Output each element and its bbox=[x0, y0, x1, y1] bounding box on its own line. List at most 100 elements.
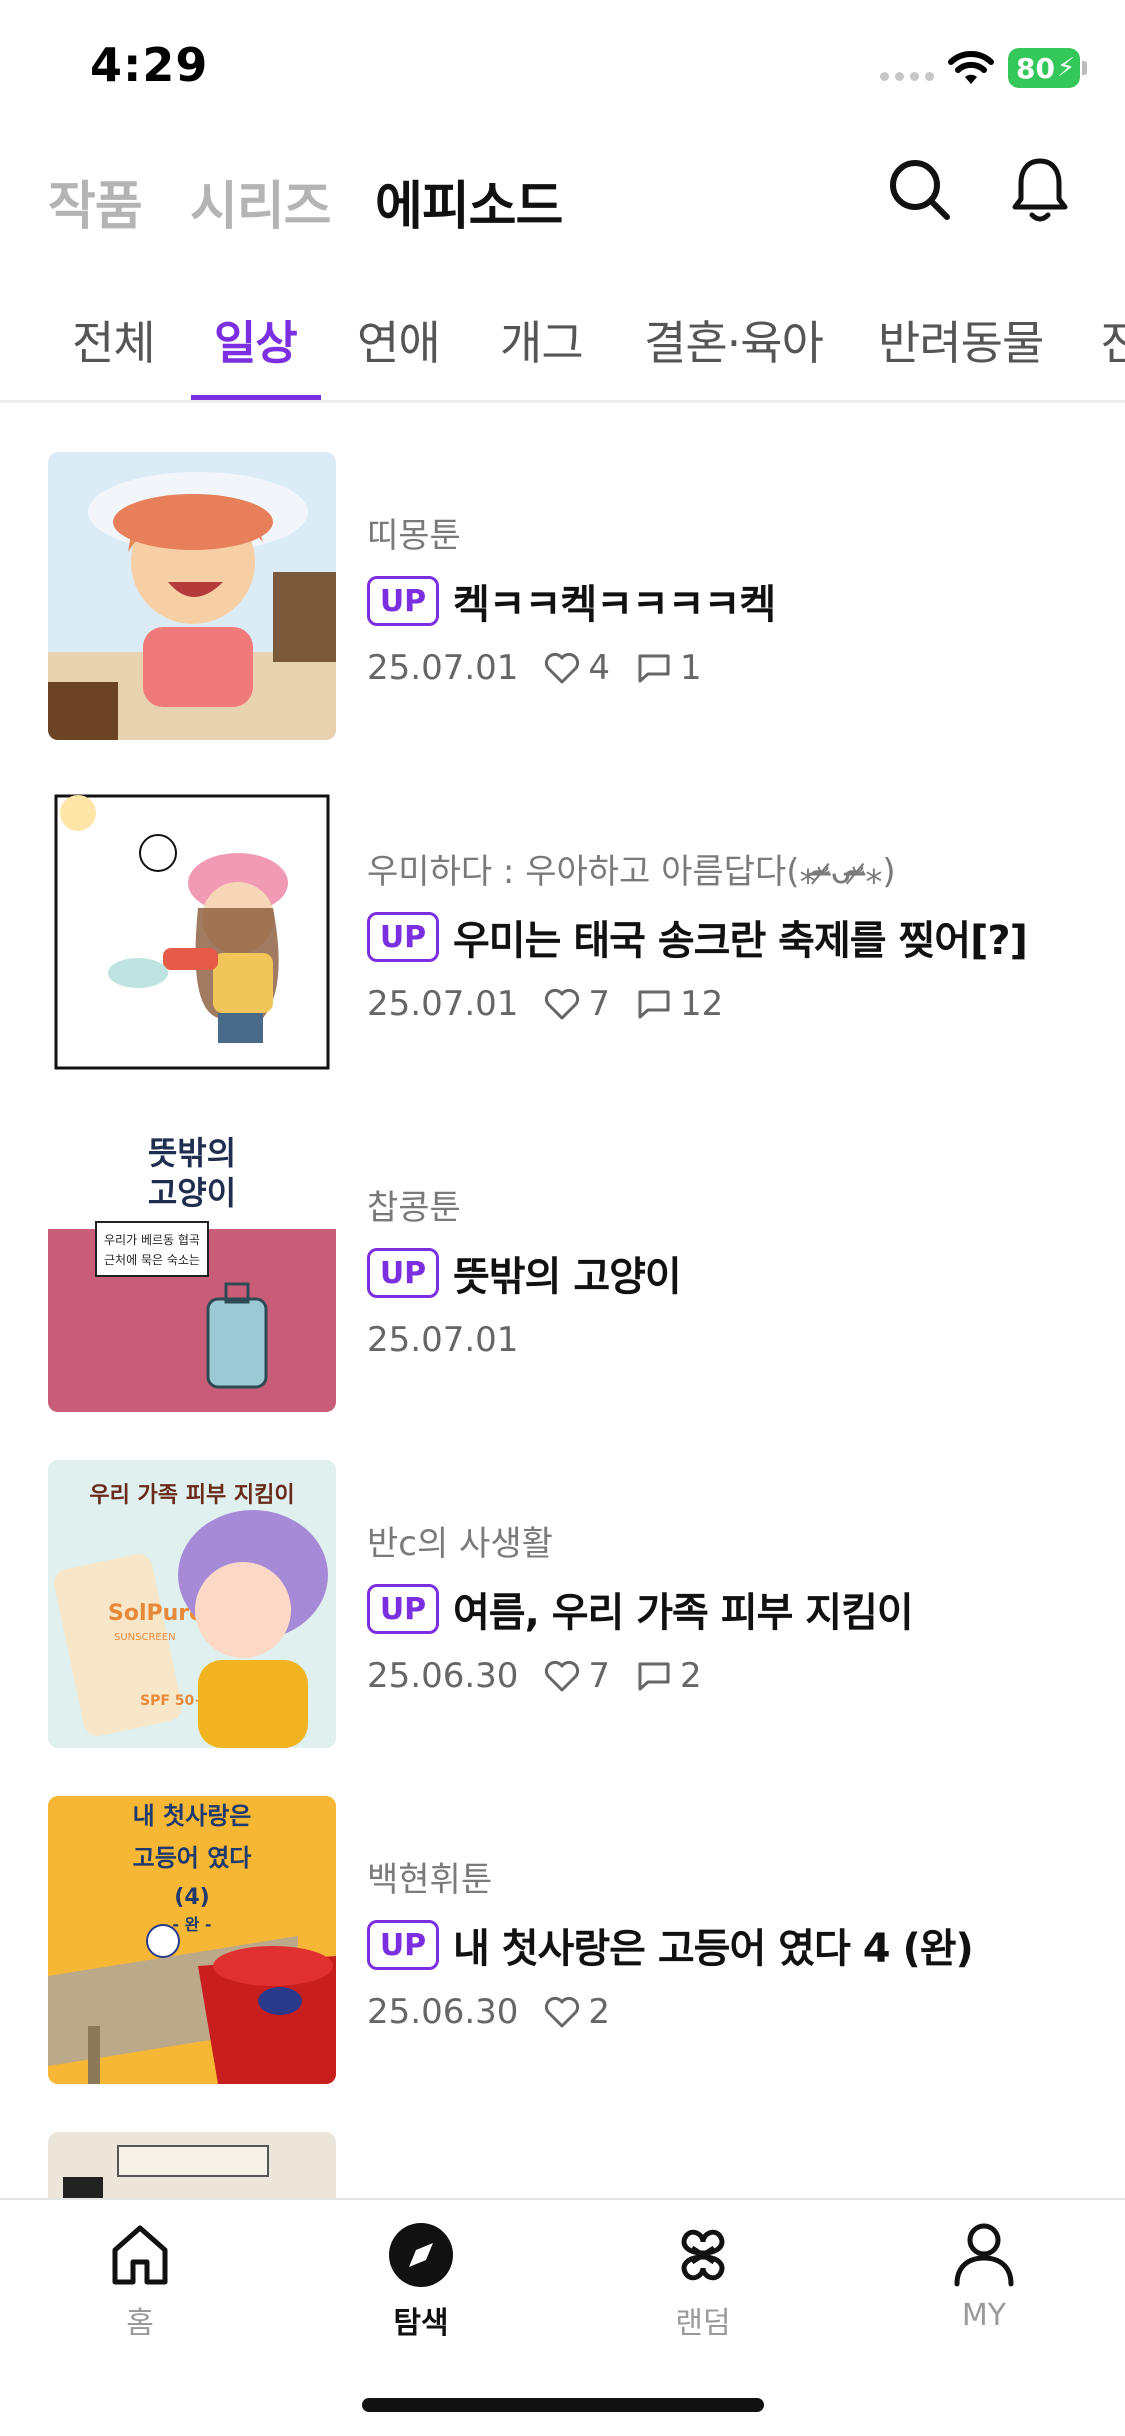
episode-date: 25.07.01 bbox=[367, 1320, 519, 1360]
title-row: UP 켁ㅋㅋ켁ㅋㅋㅋㅋ켁 bbox=[367, 572, 776, 630]
category-tabs: 전체 일상 연애 개그 결혼·육아 반려동물 진 bbox=[0, 285, 1125, 403]
episode-title: 켁ㅋㅋ켁ㅋㅋㅋㅋ켁 bbox=[453, 582, 776, 628]
comment-icon bbox=[638, 990, 670, 1019]
category-tab-daily[interactable]: 일상 bbox=[214, 307, 298, 373]
episode-date: 25.06.30 bbox=[367, 1656, 519, 1696]
episode-thumbnail[interactable] bbox=[48, 788, 336, 1076]
thumbnail-text: 내 첫사랑은 bbox=[133, 1802, 252, 1830]
category-tab-next[interactable]: 진 bbox=[1100, 307, 1125, 373]
charging-bolt-icon: ⚡ bbox=[1056, 53, 1076, 83]
nav-label: 탐색 bbox=[393, 2306, 449, 2341]
up-badge: UP bbox=[367, 576, 439, 626]
episode-item[interactable]: 띠몽툰 UP 켁ㅋㅋ켁ㅋㅋㅋㅋ켁 25.07.01 4 1 bbox=[0, 452, 1125, 752]
top-header: 작품 시리즈 에피소드 bbox=[0, 140, 1125, 245]
episode-title: 내 첫사랑은 고등어 였다 4 (완) bbox=[453, 1926, 974, 1972]
stats-row: 25.06.30 7 2 bbox=[367, 1656, 728, 1696]
episode-item[interactable] bbox=[0, 2132, 1125, 2198]
episode-thumbnail[interactable]: 뜻밖의 고양이 우리가 베르동 협곡 근처에 묵은 숙소는 bbox=[48, 1124, 336, 1412]
thumbnail-text: 우리 가족 피부 지킴이 bbox=[89, 1483, 294, 1508]
thumbnail-text: 근처에 묵은 숙소는 bbox=[104, 1253, 200, 1267]
wifi-icon bbox=[948, 51, 994, 84]
thumbnail-illustration: 뜻밖의 고양이 우리가 베르동 협곡 근처에 묵은 숙소는 bbox=[48, 1124, 336, 1412]
category-tab-romance[interactable]: 연애 bbox=[357, 307, 441, 373]
episode-date: 25.06.30 bbox=[367, 1992, 519, 2032]
stats-row: 25.07.01 4 1 bbox=[367, 648, 728, 688]
clover-icon bbox=[681, 2229, 725, 2281]
likes-count: 7 bbox=[588, 1656, 611, 1696]
battery-cap bbox=[1082, 61, 1087, 75]
thumbnail-text: 고양이 bbox=[148, 1174, 236, 1212]
episode-thumbnail[interactable] bbox=[48, 452, 336, 740]
comments-stat: 2 bbox=[636, 1656, 702, 1696]
stats-row: 25.07.01 bbox=[367, 1320, 544, 1360]
heart-icon bbox=[545, 652, 580, 684]
title-row: UP 여름, 우리 가족 피부 지킴이 bbox=[367, 1580, 914, 1638]
category-tab-pets[interactable]: 반려동물 bbox=[878, 307, 1044, 373]
up-badge: UP bbox=[367, 912, 439, 962]
cellular-signal-icon bbox=[880, 72, 934, 81]
author-name: 백현휘툰 bbox=[367, 1860, 493, 1900]
bell-icon bbox=[1012, 158, 1068, 222]
thumbnail-text: 고등어 였다 bbox=[133, 1844, 252, 1872]
episode-title: 우미는 태국 송크란 축제를 찢어[?] bbox=[453, 918, 1028, 964]
search-button[interactable] bbox=[880, 150, 960, 230]
thumbnail-illustration: 내 첫사랑은 고등어 였다 (4) - 완 - bbox=[48, 1796, 336, 2084]
status-bar: 4:29 80 ⚡ bbox=[0, 0, 1125, 140]
active-tab-indicator bbox=[191, 395, 321, 400]
category-tab-all[interactable]: 전체 bbox=[72, 307, 156, 373]
thumbnail-text: SPF 50+ bbox=[140, 1693, 206, 1709]
tab-episodes[interactable]: 에피소드 bbox=[375, 164, 563, 239]
thumbnail-illustration: 우리 가족 피부 지킴이 SolPure SUNSCREEN SPF 50+ bbox=[48, 1460, 336, 1748]
likes-count: 2 bbox=[588, 1992, 611, 2032]
likes-count: 7 bbox=[588, 984, 611, 1024]
up-badge: UP bbox=[367, 1248, 439, 1298]
episode-thumbnail[interactable]: 내 첫사랑은 고등어 였다 (4) - 완 - bbox=[48, 1796, 336, 2084]
thumbnail-illustration bbox=[48, 452, 336, 740]
author-name: 띠몽툰 bbox=[367, 516, 461, 556]
category-tab-marriage-parenting[interactable]: 결혼·육아 bbox=[644, 307, 824, 373]
episode-item[interactable]: 우리 가족 피부 지킴이 SolPure SUNSCREEN SPF 50+ 반… bbox=[0, 1460, 1125, 1760]
title-row: UP 우미는 태국 송크란 축제를 찢어[?] bbox=[367, 908, 1028, 966]
nav-explore[interactable]: 탐색 bbox=[351, 2220, 491, 2342]
heart-icon bbox=[545, 988, 580, 1020]
up-badge: UP bbox=[367, 1584, 439, 1634]
notification-button[interactable] bbox=[1000, 150, 1080, 230]
nav-label: 랜덤 bbox=[675, 2306, 731, 2341]
home-indicator bbox=[362, 2398, 764, 2412]
episode-date: 25.07.01 bbox=[367, 984, 519, 1024]
episode-item[interactable]: 내 첫사랑은 고등어 였다 (4) - 완 - 백현휘툰 UP 내 첫사랑은 고… bbox=[0, 1796, 1125, 2096]
heart-icon bbox=[545, 1996, 580, 2028]
episode-title: 뜻밖의 고양이 bbox=[453, 1254, 682, 1300]
tab-series[interactable]: 시리즈 bbox=[190, 164, 332, 239]
likes-stat: 4 bbox=[544, 648, 610, 688]
episode-item[interactable]: 우미하다 : 우아하고 아름답다(⁎ᵕ̴̶̷ᴗᵕ̴̶̷⁎) UP 우미는 태국 … bbox=[0, 788, 1125, 1088]
nav-label: MY bbox=[961, 2298, 1007, 2333]
thumbnail-illustration bbox=[48, 788, 336, 1076]
likes-stat: 2 bbox=[544, 1992, 610, 2032]
episode-thumbnail[interactable] bbox=[48, 2132, 336, 2198]
home-icon bbox=[112, 2225, 168, 2285]
nav-my[interactable]: MY bbox=[914, 2220, 1054, 2333]
nav-home[interactable]: 홈 bbox=[70, 2220, 210, 2342]
stats-row: 25.07.01 7 12 bbox=[367, 984, 749, 1024]
episode-list: 띠몽툰 UP 켁ㅋㅋ켁ㅋㅋㅋㅋ켁 25.07.01 4 1 우미하다: 우아하… bbox=[0, 406, 1125, 2198]
heart-icon bbox=[545, 1660, 580, 1692]
episode-item[interactable]: 뜻밖의 고양이 우리가 베르동 협곡 근처에 묵은 숙소는 찹콩툰 UP 뜻밖의… bbox=[0, 1124, 1125, 1424]
author-name: 반c의 사생활 bbox=[367, 1524, 553, 1564]
tab-works[interactable]: 작품 bbox=[48, 164, 143, 239]
stats-row: 25.06.30 2 bbox=[367, 1992, 636, 2032]
title-row: UP 뜻밖의 고양이 bbox=[367, 1244, 682, 1302]
compass-icon bbox=[389, 2223, 453, 2287]
thumbnail-text: (4) bbox=[174, 1885, 209, 1910]
thumbnail-text: SUNSCREEN bbox=[114, 1632, 176, 1643]
episode-title: 여름, 우리 가족 피부 지킴이 bbox=[453, 1590, 914, 1636]
nav-random[interactable]: 랜덤 bbox=[633, 2220, 773, 2342]
comments-count: 1 bbox=[680, 648, 702, 688]
episode-date: 25.07.01 bbox=[367, 648, 519, 688]
comment-icon bbox=[638, 1662, 670, 1691]
episode-thumbnail[interactable]: 우리 가족 피부 지킴이 SolPure SUNSCREEN SPF 50+ bbox=[48, 1460, 336, 1748]
status-time: 4:29 bbox=[90, 38, 209, 92]
person-icon bbox=[954, 2223, 1014, 2287]
comments-count: 12 bbox=[680, 984, 724, 1024]
category-tab-comedy[interactable]: 개그 bbox=[500, 307, 584, 373]
